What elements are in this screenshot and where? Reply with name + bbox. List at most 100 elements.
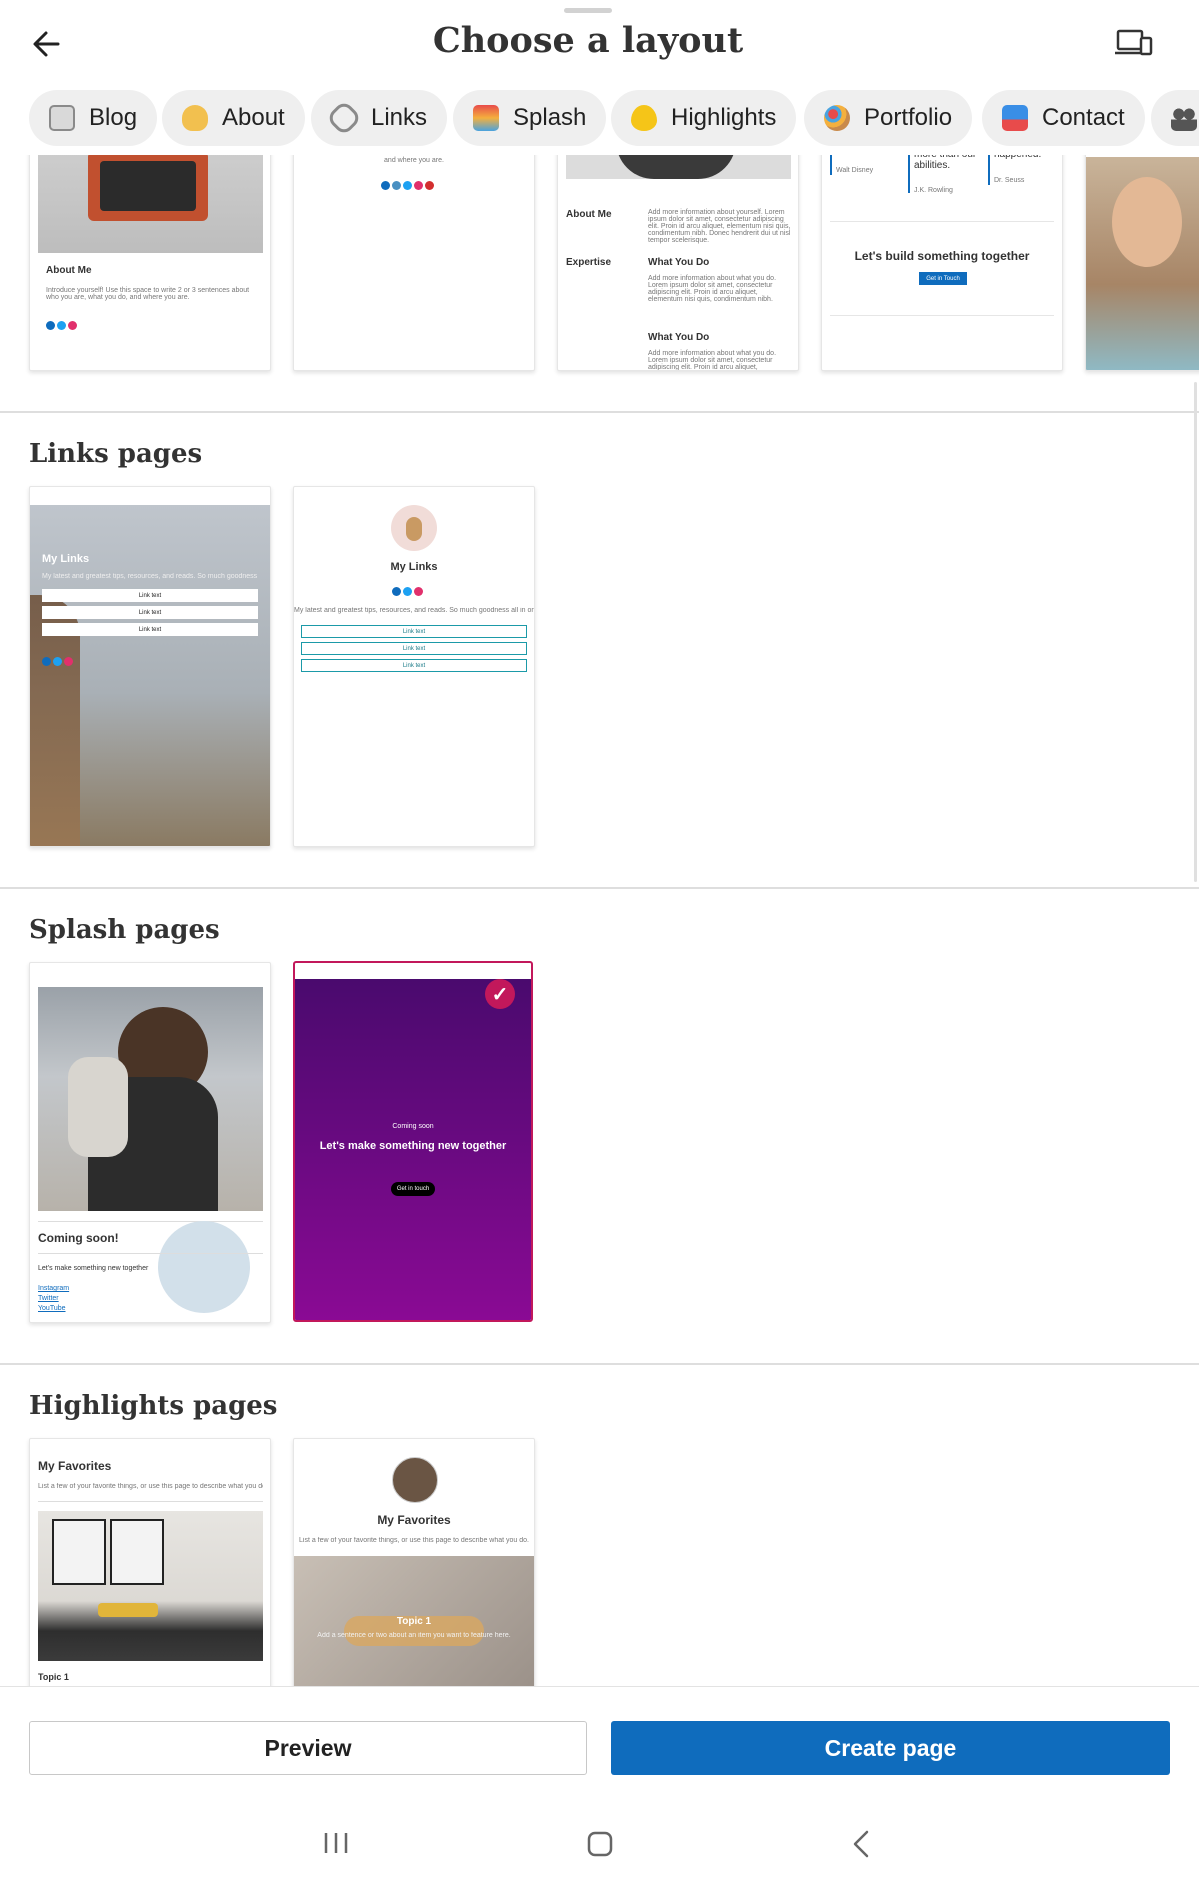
chip-label: Blog (89, 104, 138, 131)
device-preview-icon (1115, 29, 1153, 56)
splash-card2-heading: Let's make something new together (319, 1140, 507, 1152)
links-card-sub: My latest and greatest tips, resources, … (42, 573, 258, 580)
splash-icon (473, 105, 499, 131)
cta-heading: Let's build something together (854, 249, 1030, 263)
recents-icon (324, 1833, 348, 1853)
home-icon (587, 1831, 613, 1857)
splash-layout-card-1[interactable]: Coming soon! Let's make something new to… (29, 962, 271, 1323)
what-you-do-1: What You Do (648, 257, 710, 268)
highlights-card1-heading: My Favorites (38, 1459, 112, 1473)
waving-hand-icon (182, 105, 208, 131)
bread-photo (294, 1556, 534, 1699)
chip-highlights[interactable]: Highlights (611, 90, 797, 146)
highlights-layout-card-1[interactable]: My Favorites List a few of your favorite… (29, 1438, 271, 1700)
preview-button[interactable]: Preview (29, 1721, 587, 1775)
about-layout-card-1[interactable]: About Me Introduce yourself! Use this sp… (29, 140, 271, 371)
social-icons (46, 317, 79, 335)
splash-section-title: Splash pages (29, 915, 220, 945)
splash-link-2: Twitter (38, 1295, 59, 1302)
chip-splash[interactable]: Splash (453, 90, 607, 146)
links-section-title: Links pages (29, 439, 203, 469)
system-nav-bar (0, 1810, 1199, 1879)
about-card2-text: and where you are. (384, 157, 444, 164)
links-layout-card-2[interactable]: My Links My latest and greatest tips, re… (293, 486, 535, 847)
splash-decorative-circle (158, 1221, 250, 1313)
section-divider (0, 887, 1199, 889)
about-layout-card-2[interactable]: and where you are. (293, 140, 535, 371)
highlights-topic: Topic 1 (38, 1672, 69, 1682)
bedroom-photo (38, 1511, 263, 1661)
social-icons (42, 653, 75, 671)
quote-author-1: J.K. Rowling (914, 187, 953, 194)
splash-card1-sub: Let's make something new together (38, 1265, 149, 1272)
social-icons (381, 177, 436, 195)
what-body-1: Add more information about what you do. … (648, 275, 777, 303)
section-divider (0, 1363, 1199, 1365)
link-button-1: Link text (42, 589, 258, 602)
links-card2-sub: My latest and greatest tips, resources, … (294, 607, 534, 614)
what-body-2: Add more information about what you do. … (648, 350, 777, 371)
avatar (391, 505, 437, 551)
chip-label: Contact (1042, 104, 1125, 131)
chip-more[interactable] (1151, 90, 1199, 146)
splash-kicker: Coming soon (392, 1123, 434, 1130)
splash-layout-card-2-selected[interactable]: ✓ Coming soon Let's make something new t… (293, 961, 533, 1322)
link-icon (325, 99, 363, 137)
splash-get-in-touch: Get in touch (391, 1182, 435, 1196)
about-body: Add more information about yourself. Lor… (648, 209, 791, 244)
what-you-do-2: What You Do (648, 332, 710, 343)
chip-links[interactable]: Links (311, 90, 448, 146)
chip-blog[interactable]: Blog (29, 90, 158, 146)
link-button-3: Link text (42, 623, 258, 636)
home-button[interactable] (580, 1824, 620, 1864)
section-divider (0, 411, 1199, 413)
layout-list[interactable]: About Me Introduce yourself! Use this sp… (0, 0, 1199, 1700)
category-chips: Blog About Links Splash Highlights Portf… (0, 90, 1199, 148)
links-layout-card-1[interactable]: My Links My latest and greatest tips, re… (29, 486, 271, 847)
social-icons (392, 583, 425, 601)
chip-label: Portfolio (864, 104, 953, 131)
chip-label: Highlights (671, 104, 777, 131)
highlights-layout-card-2[interactable]: My Favorites List a few of your favorite… (293, 1438, 535, 1700)
highlights-card2-heading: My Favorites (377, 1513, 451, 1527)
palette-icon (824, 105, 850, 131)
expertise-label: Expertise (566, 257, 612, 268)
highlights-section-title: Highlights pages (29, 1391, 278, 1421)
recents-button[interactable] (316, 1828, 356, 1858)
selected-check-icon: ✓ (485, 979, 515, 1009)
outline-link-3: Link text (301, 659, 527, 672)
highlights-avatar (392, 1457, 438, 1503)
splash-link-1: Instagram (38, 1285, 70, 1292)
about-layout-card-5[interactable] (1085, 140, 1199, 371)
about-card-heading: About Me (46, 265, 92, 276)
splash-link-3: YouTube (38, 1305, 66, 1312)
scrollbar[interactable] (1194, 382, 1197, 882)
heart-icon (631, 105, 657, 131)
about-layout-card-3[interactable]: About Me Add more information about your… (557, 140, 799, 371)
mailbox-icon (1002, 105, 1028, 131)
chip-contact[interactable]: Contact (982, 90, 1145, 146)
typewriter-image (38, 141, 263, 253)
device-preview-button[interactable] (1114, 26, 1154, 60)
outline-link-2: Link text (301, 642, 527, 655)
highlights-topic-overlay: Topic 1 (396, 1616, 432, 1627)
chip-label: Splash (513, 104, 587, 131)
outline-link-1: Link text (301, 625, 527, 638)
link-button-2: Link text (42, 606, 258, 619)
chip-portfolio[interactable]: Portfolio (804, 90, 973, 146)
highlights-card1-sub: List a few of your favorite things, or u… (38, 1483, 263, 1490)
get-in-touch-button: Get in Touch (919, 272, 967, 285)
mother-child-photo (38, 987, 263, 1211)
portrait-photo (1086, 157, 1199, 370)
header: Choose a layout Blog About Links Splash … (0, 0, 1199, 155)
highlights-topic-sub: Add a sentence or two about an item you … (317, 1632, 511, 1639)
chip-about[interactable]: About (162, 90, 305, 146)
back-nav-button[interactable] (842, 1824, 882, 1864)
create-page-button[interactable]: Create page (611, 1721, 1170, 1775)
about-layout-card-4[interactable]: Walt Disney more than our abilities. J.K… (821, 140, 1063, 371)
links-card2-heading: My Links (390, 561, 438, 573)
about-label: About Me (566, 209, 612, 220)
page-title: Choose a layout (432, 20, 744, 61)
about-card-text: Introduce yourself! Use this space to wr… (46, 287, 250, 301)
drag-handle[interactable] (564, 8, 612, 13)
